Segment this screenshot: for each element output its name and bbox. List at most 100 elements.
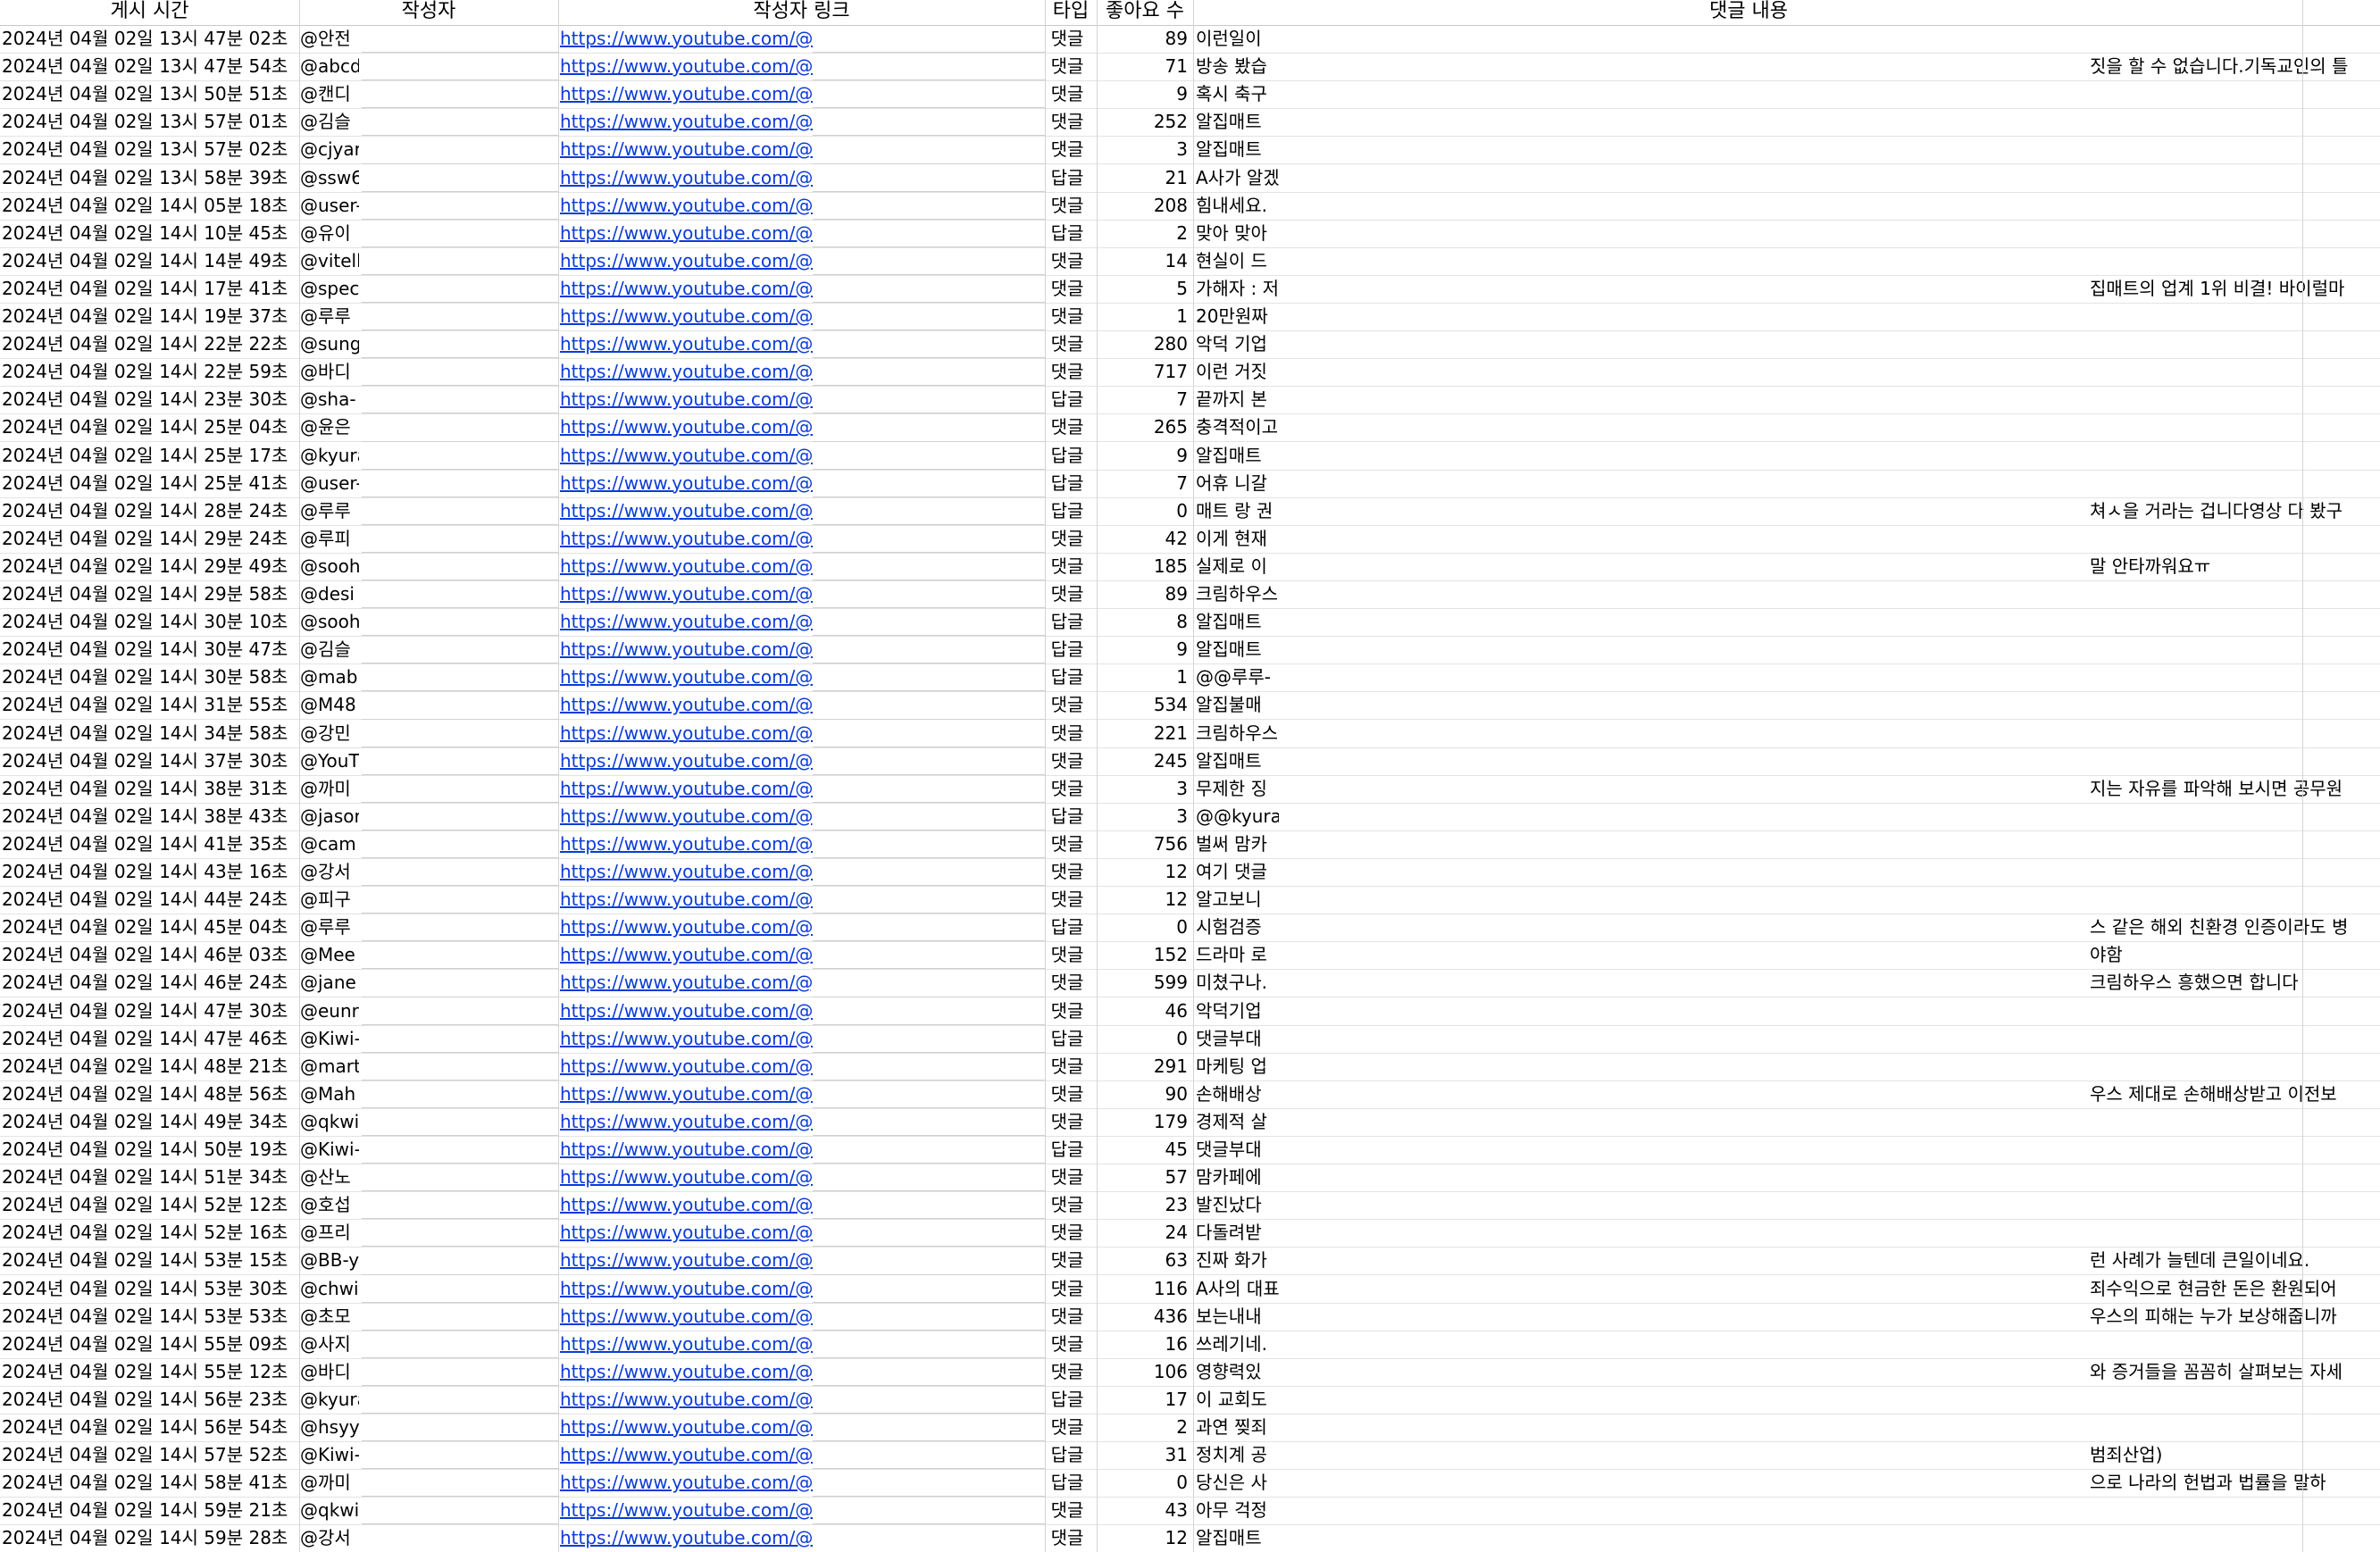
cell-content[interactable]: 알집매트 xyxy=(1196,136,1279,163)
table-row[interactable]: 2024년 04월 02일 14시 38분 31초 @까미 https://www.… xyxy=(0,775,2380,804)
cell-content-overflow[interactable]: 말 안타까워요ㅠ xyxy=(2090,553,2380,580)
cell-likes[interactable]: 1 xyxy=(1098,663,1190,691)
cell-content-overflow[interactable]: 우스 제대로 손해배상받고 이전보 xyxy=(2090,1081,2380,1108)
cell-content[interactable]: 가해자 : 저 xyxy=(1196,275,1279,303)
cell-type[interactable]: 댓글 xyxy=(1047,691,1088,719)
table-row[interactable]: 2024년 04월 02일 14시 47분 30초 @eunr https://ww… xyxy=(0,997,2380,1026)
cell-content-overflow[interactable] xyxy=(2090,608,2380,636)
cell-type[interactable]: 답글 xyxy=(1047,164,1088,192)
cell-likes[interactable]: 43 xyxy=(1098,1497,1190,1524)
cell-type[interactable]: 답글 xyxy=(1047,803,1088,830)
table-row[interactable]: 2024년 04월 02일 14시 57분 52초 @Kiwi-https://w… xyxy=(0,1441,2380,1471)
cell-link[interactable]: https://www.youtube.com/@Ki xyxy=(560,1025,813,1053)
cell-link[interactable]: https://www.youtube.com/@ca xyxy=(560,830,813,858)
cell-time[interactable]: 2024년 04월 02일 14시 05분 18초 xyxy=(2,192,296,220)
cell-likes[interactable]: 57 xyxy=(1098,1164,1190,1191)
cell-author[interactable]: @YouT xyxy=(300,747,359,775)
cell-time[interactable]: 2024년 04월 02일 14시 25분 17초 xyxy=(2,442,296,470)
cell-link[interactable]: https://www.youtube.com/@M xyxy=(560,691,813,719)
cell-type[interactable]: 댓글 xyxy=(1047,192,1088,220)
cell-likes[interactable]: 21 xyxy=(1098,164,1190,192)
table-row[interactable]: 2024년 04월 02일 14시 46분 24초 @jane https://ww… xyxy=(0,969,2380,998)
cell-likes[interactable]: 0 xyxy=(1098,1025,1190,1053)
cell-time[interactable]: 2024년 04월 02일 14시 50분 19초 xyxy=(2,1136,296,1164)
header-likes[interactable]: 좋아요 수 xyxy=(1097,0,1193,25)
cell-type[interactable]: 댓글 xyxy=(1047,1303,1088,1331)
cell-link[interactable]: https://www.youtube.com/@ab xyxy=(560,53,813,80)
cell-author[interactable]: @바디 xyxy=(300,358,359,386)
cell-likes[interactable]: 245 xyxy=(1098,747,1190,775)
cell-likes[interactable]: 9 xyxy=(1098,442,1190,470)
cell-likes[interactable]: 31 xyxy=(1098,1441,1190,1469)
table-row[interactable]: 2024년 04월 02일 14시 19분 37초 @루루 https://www.… xyxy=(0,303,2380,331)
cell-link[interactable]: https://www.youtube.com/@유 xyxy=(560,220,813,247)
cell-likes[interactable]: 12 xyxy=(1098,886,1190,914)
cell-time[interactable]: 2024년 04월 02일 14시 34분 58초 xyxy=(2,720,296,747)
cell-content-overflow[interactable]: 짓을 할 수 없습니다.기독교인의 틀 xyxy=(2090,53,2380,80)
table-row[interactable]: 2024년 04월 02일 14시 51분 34초 @산노 https://www.… xyxy=(0,1164,2380,1193)
cell-link[interactable]: https://www.youtube.com/@까 xyxy=(560,775,813,803)
cell-likes[interactable]: 717 xyxy=(1098,358,1190,386)
cell-time[interactable]: 2024년 04월 02일 14시 17분 41초 xyxy=(2,275,296,303)
cell-content[interactable]: 끝까지 본 xyxy=(1196,386,1279,413)
cell-content[interactable]: 맞아 맞아 xyxy=(1196,220,1279,247)
table-row[interactable]: 2024년 04월 02일 14시 52분 16초 @프리 https://www.… xyxy=(0,1219,2380,1248)
cell-author[interactable]: @jasor xyxy=(300,803,359,830)
cell-link[interactable]: https://www.youtube.com/@Yo xyxy=(560,747,813,775)
cell-time[interactable]: 2024년 04월 02일 14시 52분 12초 xyxy=(2,1191,296,1219)
cell-link[interactable]: https://www.youtube.com/@M xyxy=(560,1081,813,1108)
cell-time[interactable]: 2024년 04월 02일 14시 47분 46초 xyxy=(2,1025,296,1053)
cell-time[interactable]: 2024년 04월 02일 14시 19분 37초 xyxy=(2,303,296,330)
table-row[interactable]: 2024년 04월 02일 14시 56분 23초@kyura https://w… xyxy=(0,1386,2380,1414)
cell-type[interactable]: 댓글 xyxy=(1047,525,1088,553)
cell-time[interactable]: 2024년 04월 02일 14시 30분 58초 xyxy=(2,663,296,691)
table-row[interactable]: 2024년 04월 02일 14시 56분 54초 @hsyy https://ww… xyxy=(0,1414,2380,1442)
table-row[interactable]: 2024년 04월 02일 14시 30분 47초 @김슬 https://www.… xyxy=(0,636,2380,665)
cell-content[interactable]: 무제한 징 xyxy=(1196,775,1279,803)
cell-likes[interactable]: 16 xyxy=(1098,1331,1190,1358)
cell-link[interactable]: https://www.youtube.com/@김 xyxy=(560,108,813,136)
cell-author[interactable]: @user- xyxy=(300,192,359,220)
cell-link[interactable]: https://www.youtube.com/@ss xyxy=(560,164,813,192)
cell-content[interactable]: 알집매트 xyxy=(1196,108,1279,136)
cell-content-overflow[interactable]: 집매트의 업계 1위 비결! 바이럴마 xyxy=(2090,275,2380,303)
cell-time[interactable]: 2024년 04월 02일 14시 58분 41초 xyxy=(2,1469,296,1497)
cell-content[interactable]: 알집매트 xyxy=(1196,608,1279,636)
cell-link[interactable]: https://www.youtube.com/@초 xyxy=(560,1303,813,1331)
cell-content[interactable]: A사의 대표 xyxy=(1196,1275,1279,1303)
cell-content[interactable]: 댓글부대 xyxy=(1196,1136,1279,1164)
cell-likes[interactable]: 2 xyxy=(1098,220,1190,247)
cell-time[interactable]: 2024년 04월 02일 14시 38분 31초 xyxy=(2,775,296,803)
cell-author[interactable]: @호섭 xyxy=(300,1191,359,1219)
cell-author[interactable]: @BB-y xyxy=(300,1247,359,1274)
cell-likes[interactable]: 3 xyxy=(1098,775,1190,803)
cell-content-overflow[interactable] xyxy=(2090,1414,2380,1441)
cell-time[interactable]: 2024년 04월 02일 13시 57분 02초 xyxy=(2,136,296,163)
cell-likes[interactable]: 221 xyxy=(1098,720,1190,747)
cell-likes[interactable]: 291 xyxy=(1098,1053,1190,1081)
cell-content-overflow[interactable] xyxy=(2090,1219,2380,1247)
cell-link[interactable]: https://www.youtube.com/@호 xyxy=(560,1191,813,1219)
cell-content[interactable]: 정치계 공 xyxy=(1196,1441,1279,1469)
cell-content[interactable]: 충격적이고 xyxy=(1196,413,1279,441)
cell-type[interactable]: 댓글 xyxy=(1047,969,1088,997)
cell-content-overflow[interactable] xyxy=(2090,192,2380,220)
cell-link[interactable]: https://www.youtube.com/@사 xyxy=(560,1331,813,1358)
cell-content[interactable]: 아무 걱정 xyxy=(1196,1497,1279,1524)
cell-content-overflow[interactable] xyxy=(2090,1025,2380,1053)
cell-time[interactable]: 2024년 04월 02일 14시 59분 28초 xyxy=(2,1524,296,1552)
cell-content-overflow[interactable] xyxy=(2090,80,2380,108)
cell-type[interactable]: 댓글 xyxy=(1047,747,1088,775)
table-row[interactable]: 2024년 04월 02일 14시 50분 19초 @Kiwi-https://w… xyxy=(0,1136,2380,1164)
cell-content-overflow[interactable] xyxy=(2090,525,2380,553)
cell-time[interactable]: 2024년 04월 02일 14시 10분 45초 xyxy=(2,220,296,247)
cell-type[interactable]: 댓글 xyxy=(1047,1191,1088,1219)
table-row[interactable]: 2024년 04월 02일 14시 53분 30초 @chwi https://ww… xyxy=(0,1275,2380,1304)
cell-author[interactable]: @유이 xyxy=(300,220,359,247)
cell-author[interactable]: @abcd xyxy=(300,53,359,80)
cell-type[interactable]: 답글 xyxy=(1047,663,1088,691)
cell-content-overflow[interactable] xyxy=(2090,247,2380,275)
cell-link[interactable]: https://www.youtube.com/@M xyxy=(560,941,813,969)
cell-content[interactable]: 방송 봤습 xyxy=(1196,53,1279,80)
cell-likes[interactable]: 185 xyxy=(1098,553,1190,580)
